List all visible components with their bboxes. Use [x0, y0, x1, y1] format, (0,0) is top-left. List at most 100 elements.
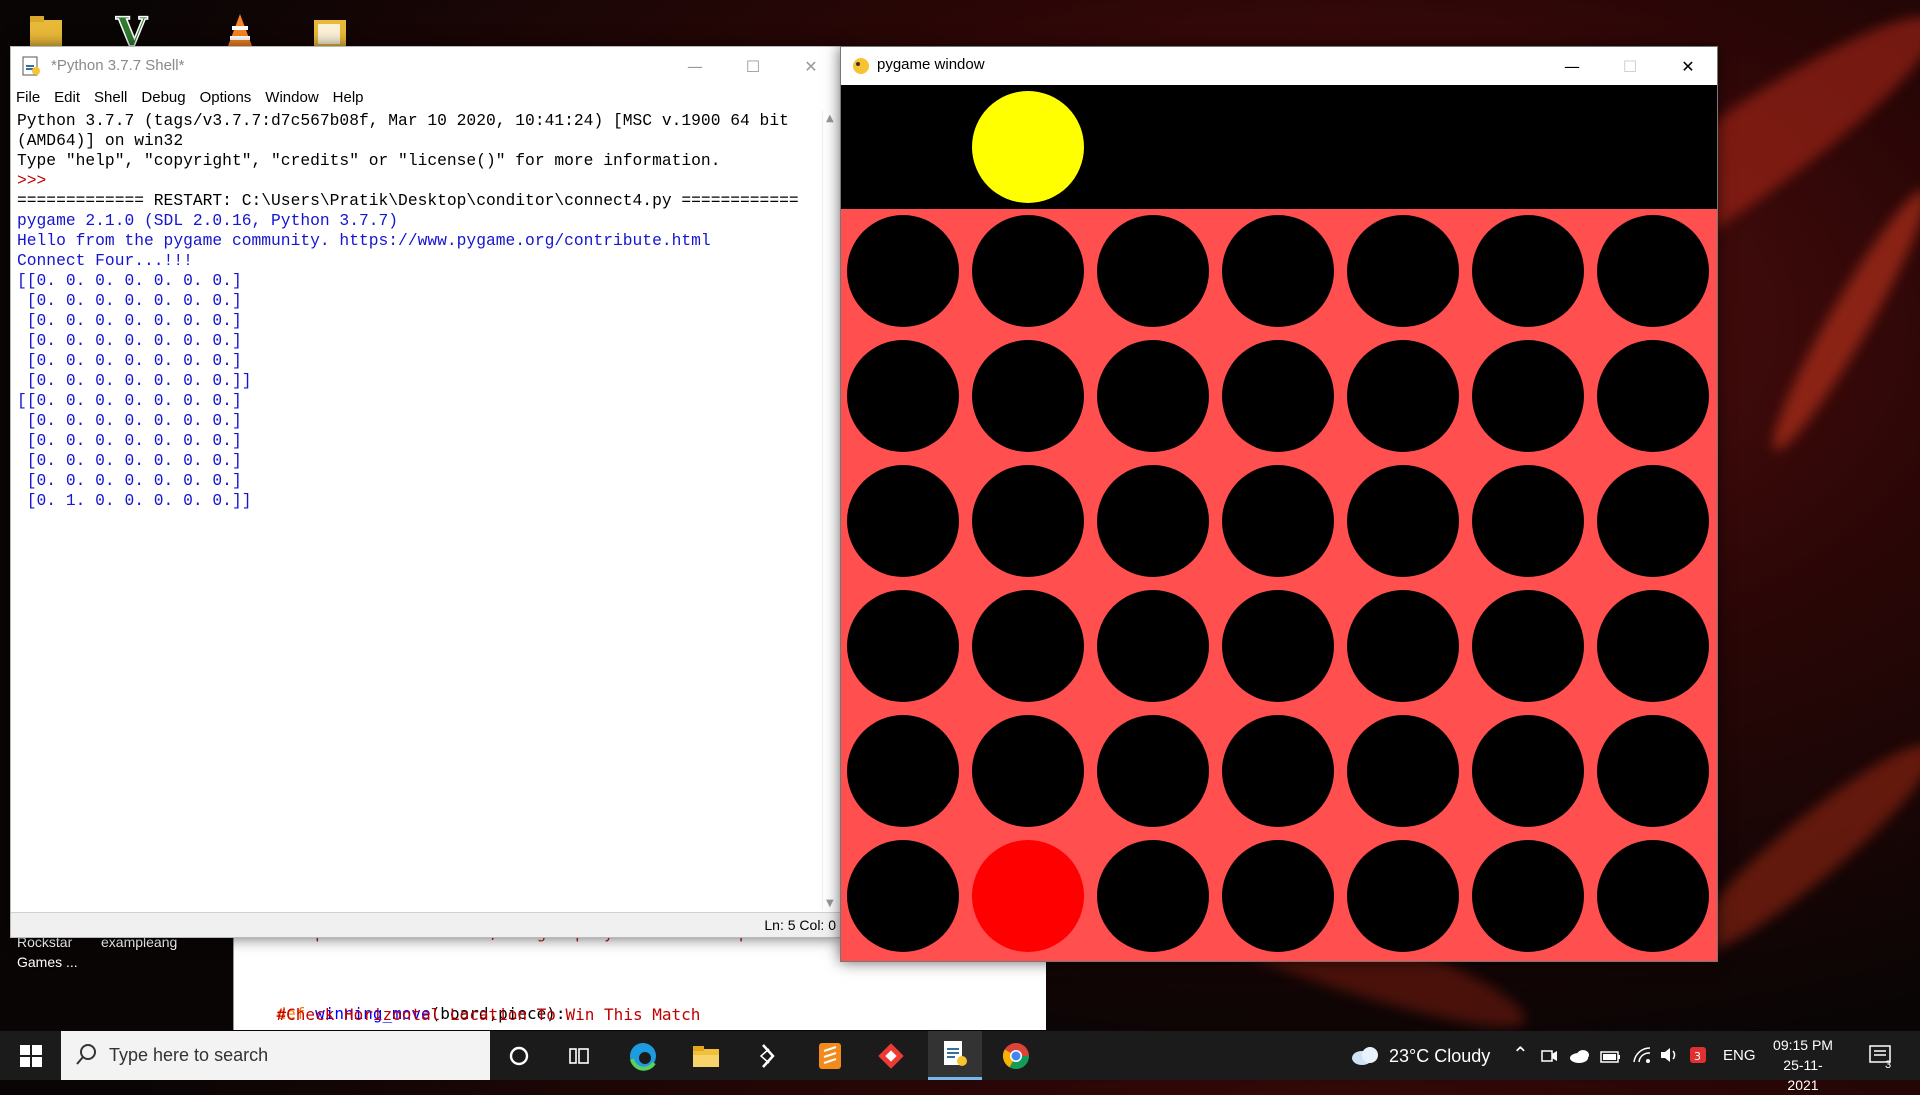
menu-help[interactable]: Help [333, 85, 364, 111]
empty-slot [1222, 215, 1334, 327]
menu-options[interactable]: Options [200, 85, 252, 111]
taskbar: Type here to search 23°C Cloudy ⌃ 3 ENG … [0, 1031, 1920, 1093]
empty-slot [1347, 840, 1459, 952]
battery-icon[interactable] [1600, 1049, 1622, 1068]
cloudy-weather-icon[interactable] [1350, 1044, 1380, 1070]
shell-line: [[0. 0. 0. 0. 0. 0. 0.] [17, 271, 242, 290]
meet-now-icon[interactable] [1540, 1047, 1558, 1069]
empty-slot [847, 840, 959, 952]
empty-slot [972, 715, 1084, 827]
chrome-icon[interactable] [989, 1031, 1043, 1080]
shell-line: [0. 0. 0. 0. 0. 0. 0.] [17, 471, 242, 490]
shell-line: [0. 0. 0. 0. 0. 0. 0.] [17, 451, 242, 470]
onedrive-icon[interactable] [1569, 1048, 1591, 1068]
vlc-icon[interactable] [220, 12, 268, 48]
empty-slot [847, 715, 959, 827]
shell-line: [0. 0. 0. 0. 0. 0. 0.] [17, 351, 242, 370]
empty-slot [1222, 465, 1334, 577]
maximize-button[interactable]: ☐ [724, 47, 782, 85]
empty-slot [1472, 340, 1584, 452]
idle-shell-window[interactable]: *Python 3.7.7 Shell* — ☐ ✕ File Edit Shell… [10, 46, 841, 938]
python-editor-taskbar-icon[interactable] [928, 1031, 982, 1080]
empty-slot [1472, 715, 1584, 827]
language-indicator[interactable]: ENG [1723, 1047, 1756, 1064]
menu-window[interactable]: Window [265, 85, 318, 111]
pygame-titlebar[interactable]: pygame window — ☐ ✕ [841, 47, 1717, 85]
empty-slot [1097, 340, 1209, 452]
shell-line: [0. 0. 0. 0. 0. 0. 0.] [17, 431, 242, 450]
empty-slot [1472, 215, 1584, 327]
empty-slot [1347, 590, 1459, 702]
scroll-up-arrow-icon[interactable]: ▲ [826, 113, 834, 124]
volume-icon[interactable] [1659, 1046, 1679, 1068]
empty-slot [1597, 590, 1709, 702]
clock[interactable]: 09:15 PM 25-11-2021 [1768, 1035, 1838, 1095]
shell-output[interactable]: Python 3.7.7 (tags/v3.7.7:d7c567b08f, Ma… [11, 111, 835, 911]
edge-icon[interactable] [616, 1031, 670, 1080]
shell-line: [[0. 0. 0. 0. 0. 0. 0.] [17, 391, 242, 410]
wifi-icon[interactable] [1632, 1046, 1652, 1068]
shell-line: [0. 0. 0. 0. 0. 0. 0.] [17, 311, 242, 330]
shell-line: [0. 0. 0. 0. 0. 0. 0.] [17, 411, 242, 430]
minimize-button[interactable]: — [666, 47, 724, 85]
red-piece [972, 840, 1084, 952]
shell-line: [0. 0. 0. 0. 0. 0. 0.]] [17, 371, 252, 390]
empty-slot [972, 590, 1084, 702]
minimize-button[interactable]: — [1543, 47, 1601, 85]
empty-slot [1347, 715, 1459, 827]
empty-slot [1222, 590, 1334, 702]
pygame-window[interactable]: pygame window — ☐ ✕ [840, 46, 1718, 962]
notification-count-badge: 3 [1885, 1059, 1892, 1071]
search-icon [75, 1043, 97, 1071]
taskbar-search[interactable]: Type here to search [61, 1031, 490, 1080]
sublime-text-icon[interactable] [803, 1031, 857, 1080]
chevron-up-icon[interactable]: ⌃ [1512, 1042, 1529, 1067]
shell-line: >>> [17, 171, 57, 190]
empty-slot [1597, 840, 1709, 952]
folder-user-icon[interactable] [26, 12, 74, 48]
start-button[interactable] [4, 1031, 58, 1080]
close-button[interactable]: ✕ [1659, 47, 1717, 85]
file-explorer-icon[interactable] [679, 1031, 733, 1080]
idle-titlebar[interactable]: *Python 3.7.7 Shell* — ☐ ✕ [11, 47, 840, 85]
pygame-window-title: pygame window [877, 56, 985, 73]
cursor-position: Ln: 5 Col: 0 [764, 917, 836, 933]
menu-debug[interactable]: Debug [141, 85, 185, 111]
search-placeholder: Type here to search [109, 1045, 269, 1065]
empty-slot [1597, 715, 1709, 827]
shell-line: [0. 0. 0. 0. 0. 0. 0.] [17, 291, 242, 310]
cortana-icon[interactable] [492, 1031, 546, 1080]
shell-line: [0. 1. 0. 0. 0. 0. 0.]] [17, 491, 252, 510]
empty-slot [1472, 465, 1584, 577]
gta-v-icon[interactable]: V [112, 8, 160, 57]
desktop-label-rockstar[interactable]: Rockstar Games ... [17, 932, 78, 972]
empty-slot [847, 465, 959, 577]
empty-slot [1222, 340, 1334, 452]
svg-text:V: V [115, 12, 148, 48]
empty-slot [972, 340, 1084, 452]
close-button[interactable]: ✕ [782, 47, 840, 85]
menu-shell[interactable]: Shell [94, 85, 127, 111]
scroll-down-arrow-icon[interactable]: ▼ [826, 898, 834, 909]
anydesk-icon[interactable] [864, 1031, 918, 1080]
pygame-snake-icon [851, 56, 871, 80]
empty-slot [1597, 465, 1709, 577]
maximize-button[interactable]: ☐ [1601, 47, 1659, 85]
menu-edit[interactable]: Edit [54, 85, 80, 111]
shell-line: (AMD64)] on win32 [17, 131, 184, 150]
svg-text:3: 3 [1694, 1050, 1701, 1063]
weather-text[interactable]: 23°C Cloudy [1389, 1046, 1490, 1067]
empty-slot [1097, 215, 1209, 327]
app-tray-icon[interactable]: 3 [1688, 1045, 1708, 1069]
shell-line: Connect Four...!!! [17, 251, 193, 270]
task-view-icon[interactable] [553, 1031, 607, 1080]
empty-slot [1097, 715, 1209, 827]
idle-taskbar-icon[interactable] [741, 1031, 795, 1080]
menu-file[interactable]: File [16, 85, 40, 111]
empty-slot [972, 465, 1084, 577]
shell-line: ============= RESTART: C:\Users\Pratik\D… [17, 191, 799, 210]
vertical-scrollbar[interactable]: ▲ ▼ [822, 111, 840, 911]
folder-icon[interactable] [310, 12, 358, 48]
empty-slot [1222, 840, 1334, 952]
empty-slot [1097, 465, 1209, 577]
